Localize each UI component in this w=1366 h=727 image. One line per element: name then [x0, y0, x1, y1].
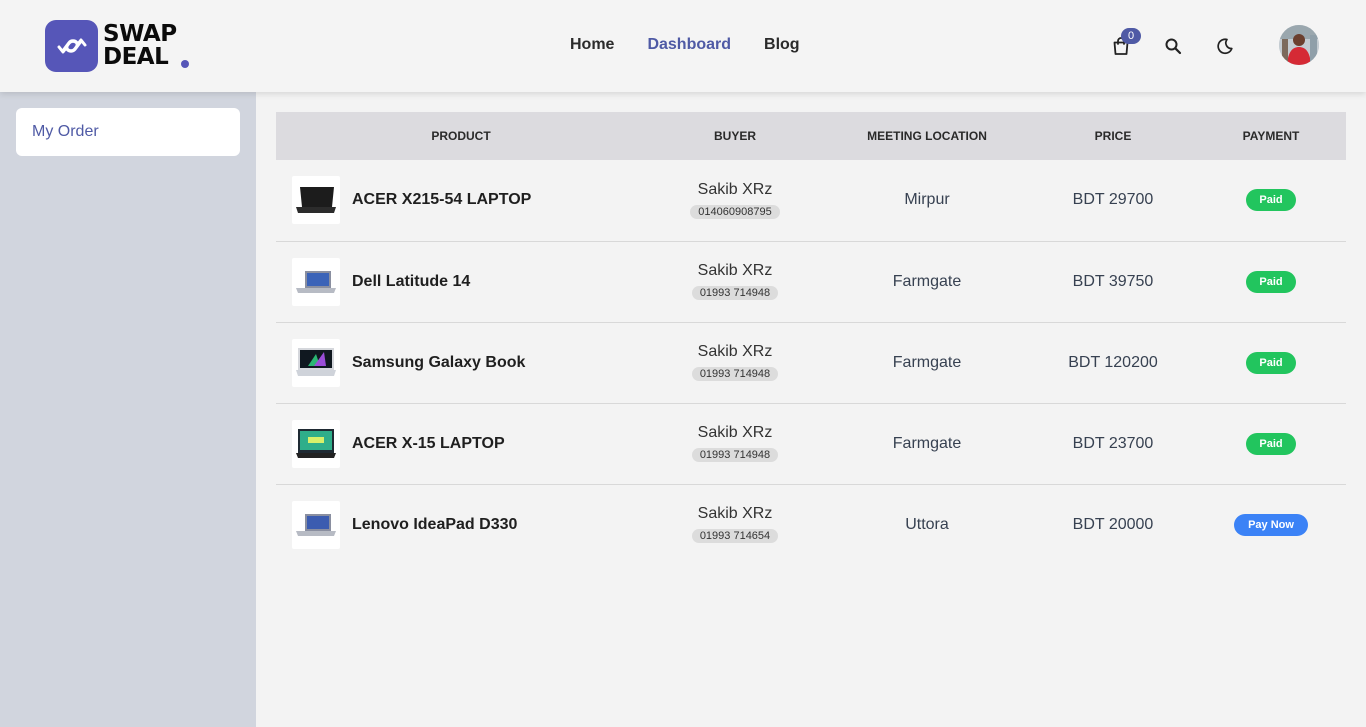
buyer-phone: 014060908795 [690, 204, 780, 219]
search-icon[interactable] [1163, 36, 1183, 56]
buyer-cell: Sakib XRz 01993 714948 [646, 403, 824, 484]
buyer-phone: 01993 714948 [691, 448, 779, 462]
payment-cell: Paid [1196, 403, 1346, 484]
paid-badge: Paid [1246, 270, 1296, 293]
orders-table-container: Product Buyer Meeting Location Price Pay… [276, 112, 1346, 565]
nav-blog[interactable]: Blog [764, 36, 800, 54]
product-image [292, 257, 340, 306]
header-buyer: Buyer [713, 129, 756, 143]
buyer-cell: Sakib XRz 01993 714948 [646, 322, 824, 403]
top-navbar: SWAP DEAL Home Dashboard Blog 0 [0, 0, 1366, 92]
header-price: Price [1094, 129, 1132, 143]
table-row: ACER X215-54 LAPTOP Sakib XRz 0140609087… [276, 160, 1346, 241]
price-cell: BDT 20000 [1072, 515, 1154, 533]
table-row: Lenovo IdeaPad D330 Sakib XRz 01993 7146… [276, 484, 1346, 565]
product-image [292, 419, 340, 468]
product-name: Lenovo IdeaPad D330 [352, 515, 518, 533]
swap-icon [45, 20, 98, 72]
buyer-name: Sakib XRz [697, 262, 773, 279]
header-payment: Payment [1242, 129, 1300, 143]
product-name: Samsung Galaxy Book [352, 353, 526, 371]
table-row: Samsung Galaxy Book Sakib XRz 01993 7149… [276, 322, 1346, 403]
location-cell: Farmgate [892, 434, 962, 452]
nav-home[interactable]: Home [570, 36, 614, 54]
price-cell: BDT 120200 [1068, 353, 1158, 371]
buyer-cell: Sakib XRz 014060908795 [646, 160, 824, 241]
buyer-phone: 01993 714948 [691, 367, 779, 381]
buyer-cell: Sakib XRz 01993 714948 [646, 241, 824, 322]
location-cell: Farmgate [892, 272, 962, 290]
price-cell: BDT 39750 [1072, 272, 1154, 290]
table-header-row: Product Buyer Meeting Location Price Pay… [276, 112, 1346, 160]
main-nav: Home Dashboard Blog [570, 36, 833, 54]
location-cell: Uttora [905, 515, 949, 533]
product-cell: Samsung Galaxy Book [276, 322, 646, 403]
buyer-name: Sakib XRz [697, 424, 773, 441]
buyer-phone: 01993 714948 [691, 286, 779, 300]
sidebar-item-my-order[interactable]: My Order [16, 108, 240, 156]
paid-badge: Paid [1246, 432, 1296, 455]
product-cell: ACER X-15 LAPTOP [276, 403, 646, 484]
sidebar: My Order [0, 92, 256, 727]
brand-line1: SWAP [103, 21, 177, 47]
table-row: ACER X-15 LAPTOP Sakib XRz 01993 714948 … [276, 403, 1346, 484]
buyer-phone: 01993 714654 [691, 529, 779, 544]
product-name: ACER X-15 LAPTOP [352, 434, 505, 452]
brand-logo[interactable]: SWAP DEAL [45, 20, 189, 72]
product-cell: Dell Latitude 14 [276, 241, 646, 322]
buyer-name: Sakib XRz [697, 180, 773, 198]
header-product: Product [431, 129, 491, 143]
payment-cell: Paid [1196, 241, 1346, 322]
buyer-cell: Sakib XRz 01993 714654 [646, 484, 824, 565]
header-meeting-location: Meeting Location [867, 129, 987, 143]
brand-line2: DEAL [103, 44, 169, 70]
paid-badge: Paid [1246, 351, 1296, 374]
paid-badge: Paid [1246, 189, 1296, 212]
payment-cell: Paid [1196, 322, 1346, 403]
product-image [292, 500, 340, 549]
product-name: ACER X215-54 LAPTOP [352, 191, 532, 209]
price-cell: BDT 23700 [1072, 434, 1154, 452]
brand-name: SWAP DEAL [103, 23, 177, 69]
product-image [292, 338, 340, 387]
location-cell: Farmgate [892, 353, 962, 371]
pay-now-button[interactable]: Pay Now [1234, 513, 1308, 536]
buyer-name: Sakib XRz [697, 505, 773, 523]
orders-table: Product Buyer Meeting Location Price Pay… [276, 112, 1346, 565]
moon-icon[interactable] [1215, 36, 1235, 56]
location-cell: Mirpur [904, 191, 950, 209]
buyer-name: Sakib XRz [697, 343, 773, 360]
product-cell: Lenovo IdeaPad D330 [276, 484, 646, 565]
cart-count-badge: 0 [1121, 28, 1141, 44]
table-row: Dell Latitude 14 Sakib XRz 01993 714948 … [276, 241, 1346, 322]
product-cell: ACER X215-54 LAPTOP [276, 160, 646, 241]
brand-dot [181, 60, 189, 68]
payment-cell: Pay Now [1196, 484, 1346, 565]
payment-cell: Paid [1196, 160, 1346, 241]
user-avatar[interactable] [1279, 25, 1319, 65]
nav-dashboard[interactable]: Dashboard [647, 36, 731, 54]
product-name: Dell Latitude 14 [352, 272, 471, 290]
price-cell: BDT 29700 [1072, 191, 1154, 209]
product-image [292, 176, 340, 225]
